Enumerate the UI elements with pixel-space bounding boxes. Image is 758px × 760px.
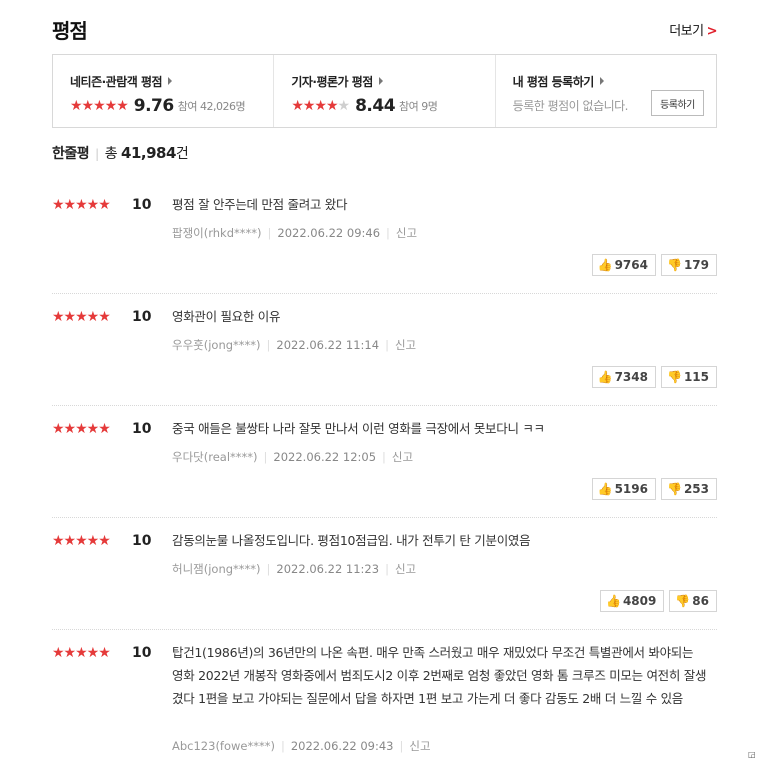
dislike-button[interactable]: 👎 86	[669, 590, 717, 612]
rating-summary: 네티즌·관람객 평점 ★★★★★ 9.76 참여 42,026명 기자·평론가 …	[52, 54, 717, 128]
thumbs-down-icon: 👎	[675, 594, 691, 608]
divider	[52, 293, 717, 294]
register-rating-button[interactable]: 등록하기	[650, 90, 704, 116]
caret-right-icon	[378, 77, 383, 85]
review-score: 10	[132, 645, 152, 661]
caret-right-icon	[168, 77, 173, 85]
critic-count: 참여 9명	[399, 100, 438, 113]
netizen-rating-title[interactable]: 네티즌·관람객 평점	[70, 73, 273, 90]
rating-header: 평점 더보기 >	[52, 0, 718, 54]
review-text: 중국 애들은 불쌍타 나라 잘못 만나서 이런 영화를 극장에서 못보다니 ㅋㅋ	[172, 421, 545, 436]
thumbs-down-icon: 👎	[666, 258, 682, 272]
my-rating: 내 평점 등록하기 등록한 평점이 없습니다. 등록하기	[494, 55, 716, 127]
caret-right-icon	[599, 77, 604, 85]
star-rating: ★★★★★	[70, 98, 129, 114]
review-total-label: 한줄평	[52, 146, 90, 162]
divider	[52, 629, 717, 630]
review-user[interactable]: 우우훗(jong****)	[172, 338, 261, 352]
like-button[interactable]: 👍 4809	[599, 590, 665, 612]
review-user[interactable]: Abc123(fowe****)	[172, 739, 275, 753]
thumbs-up-icon: 👍	[605, 594, 621, 608]
critic-rating: 기자·평론가 평점 ★★★★★ 8.44 참여 9명	[273, 55, 494, 127]
like-button[interactable]: 👍 7348	[591, 366, 656, 388]
dislike-button[interactable]: 👎 253	[660, 478, 717, 500]
report-link[interactable]: 신고	[396, 226, 417, 240]
like-button[interactable]: 👍 5196	[591, 478, 656, 500]
critic-rating-title[interactable]: 기자·평론가 평점	[291, 73, 494, 90]
netizen-count: 참여 42,026명	[177, 100, 246, 113]
more-label: 더보기	[669, 24, 704, 39]
report-link[interactable]: 신고	[395, 338, 416, 352]
star-rating: ★★★★★	[52, 421, 111, 437]
section-title: 평점	[52, 19, 88, 43]
review-score: 10	[132, 533, 152, 549]
review-user[interactable]: 팝쟁이(rhkd****)	[172, 226, 262, 240]
star-rating: ★★★★★	[52, 197, 111, 213]
dislike-button[interactable]: 👎 115	[660, 366, 717, 388]
like-button[interactable]: 👍 9764	[591, 254, 656, 276]
star-rating: ★★★★★	[52, 533, 111, 549]
resize-handle-icon: ◲	[748, 750, 756, 759]
star-rating: ★★★★★	[291, 98, 350, 114]
report-link[interactable]: 신고	[395, 562, 416, 576]
review-text: 탑건1(1986년)의 36년만의 나온 속편. 매우 만족 스러웠고 매우 재…	[172, 645, 707, 706]
review-meta: 팝쟁이(rhkd****) | 2022.06.22 09:46 | 신고	[172, 226, 418, 240]
divider	[52, 405, 717, 406]
review-date: 2022.06.22 09:46	[277, 226, 381, 240]
netizen-rating: 네티즌·관람객 평점 ★★★★★ 9.76 참여 42,026명	[53, 55, 273, 127]
review-user[interactable]: 우다닷(real****)	[172, 450, 258, 464]
review-meta: Abc123(fowe****) | 2022.06.22 09:43 | 신고	[172, 739, 431, 753]
review-total-count: 41,984	[121, 144, 176, 162]
review-text: 감동의눈물 나올정도입니다. 평점10점급임. 내가 전투기 탄 기분이였음	[172, 533, 531, 548]
report-link[interactable]: 신고	[409, 739, 430, 753]
review-total-suffix: 건	[175, 146, 189, 162]
thumbs-down-icon: 👎	[666, 482, 682, 496]
review-score: 10	[132, 421, 152, 437]
divider	[52, 517, 717, 518]
review-user[interactable]: 허니잼(jong****)	[172, 562, 261, 576]
review-meta: 허니잼(jong****) | 2022.06.22 11:23 | 신고	[172, 562, 417, 576]
star-rating: ★★★★★	[52, 645, 111, 661]
review-meta: 우우훗(jong****) | 2022.06.22 11:14 | 신고	[172, 338, 417, 352]
more-link[interactable]: 더보기 >	[669, 20, 717, 39]
review-total: 한줄평 | 총 41,984건	[52, 144, 189, 162]
review-total-prefix: 총	[104, 146, 118, 162]
review-text: 평점 잘 안주는데 만점 줄려고 왔다	[172, 197, 348, 212]
thumbs-up-icon: 👍	[597, 258, 613, 272]
review-score: 10	[132, 309, 152, 325]
report-link[interactable]: 신고	[392, 450, 413, 464]
dislike-button[interactable]: 👎 179	[660, 254, 717, 276]
thumbs-down-icon: 👎	[666, 370, 682, 384]
review-date: 2022.06.22 12:05	[273, 450, 377, 464]
review-meta: 우다닷(real****) | 2022.06.22 12:05 | 신고	[172, 450, 414, 464]
netizen-score: 9.76	[133, 96, 174, 116]
review-score: 10	[132, 197, 152, 213]
review-date: 2022.06.22 11:23	[276, 562, 380, 576]
thumbs-up-icon: 👍	[597, 482, 613, 496]
review-text: 영화관이 필요한 이유	[172, 309, 281, 324]
thumbs-up-icon: 👍	[597, 370, 613, 384]
critic-score: 8.44	[355, 96, 396, 116]
my-rating-title[interactable]: 내 평점 등록하기	[513, 73, 716, 90]
chevron-right-icon: >	[706, 24, 718, 39]
review-date: 2022.06.22 09:43	[290, 739, 394, 753]
review-date: 2022.06.22 11:14	[276, 338, 380, 352]
star-rating: ★★★★★	[52, 309, 111, 325]
